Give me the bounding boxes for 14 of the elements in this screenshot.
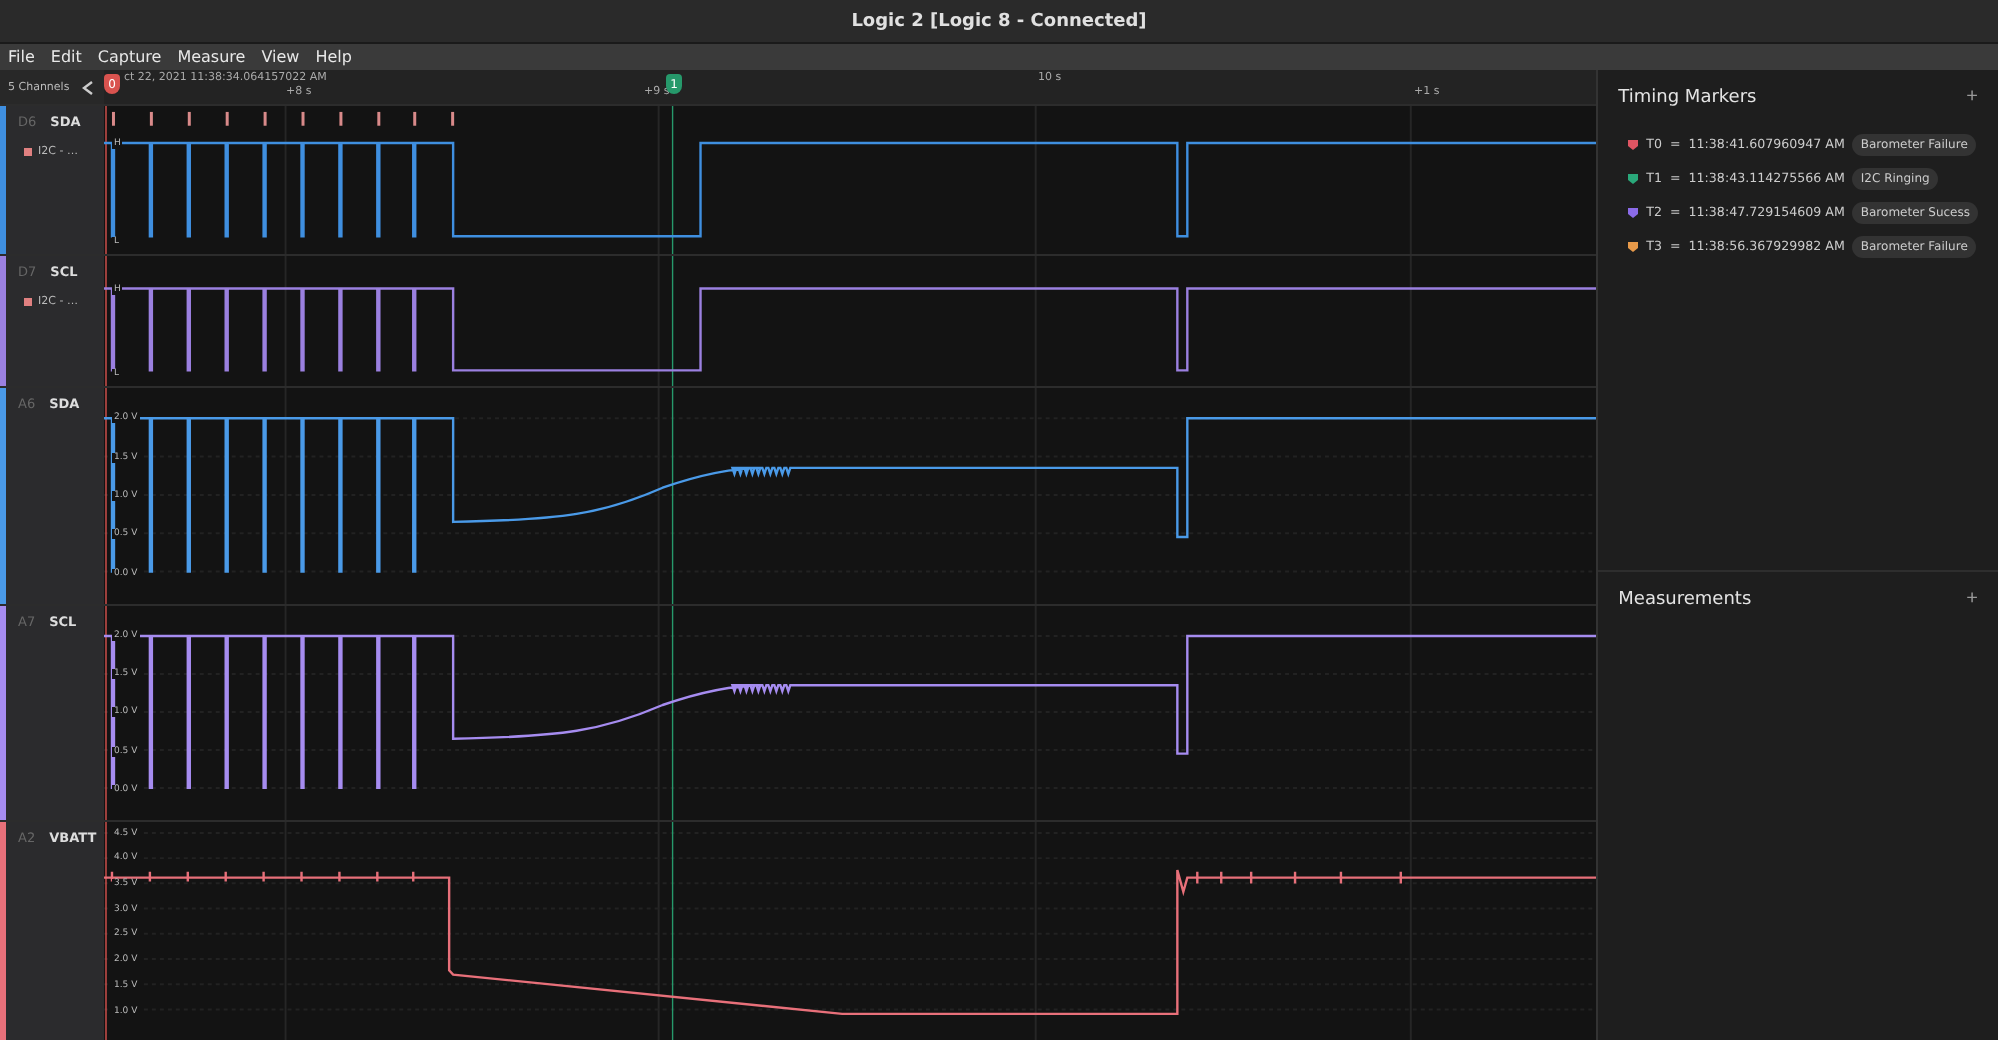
section-title: Measurements	[1618, 589, 1752, 609]
add-button[interactable]: +	[1966, 588, 1978, 610]
section-title: Timing Markers	[1618, 87, 1757, 107]
menu-item[interactable]: Edit	[50, 48, 82, 66]
menu-item[interactable]: View	[261, 48, 300, 66]
window-title: Logic 2 [Logic 8 - Connected]	[851, 11, 1147, 31]
collapse-icon[interactable]	[81, 79, 94, 95]
add-button[interactable]: +	[1966, 86, 1978, 108]
menu-item[interactable]: Capture	[97, 48, 162, 66]
menu-item[interactable]: Measure	[177, 48, 246, 66]
menu-item[interactable]: File	[8, 48, 35, 66]
analyzer-icon	[24, 148, 32, 156]
analyzer-icon	[24, 298, 32, 306]
menu-item[interactable]: Help	[315, 48, 352, 66]
